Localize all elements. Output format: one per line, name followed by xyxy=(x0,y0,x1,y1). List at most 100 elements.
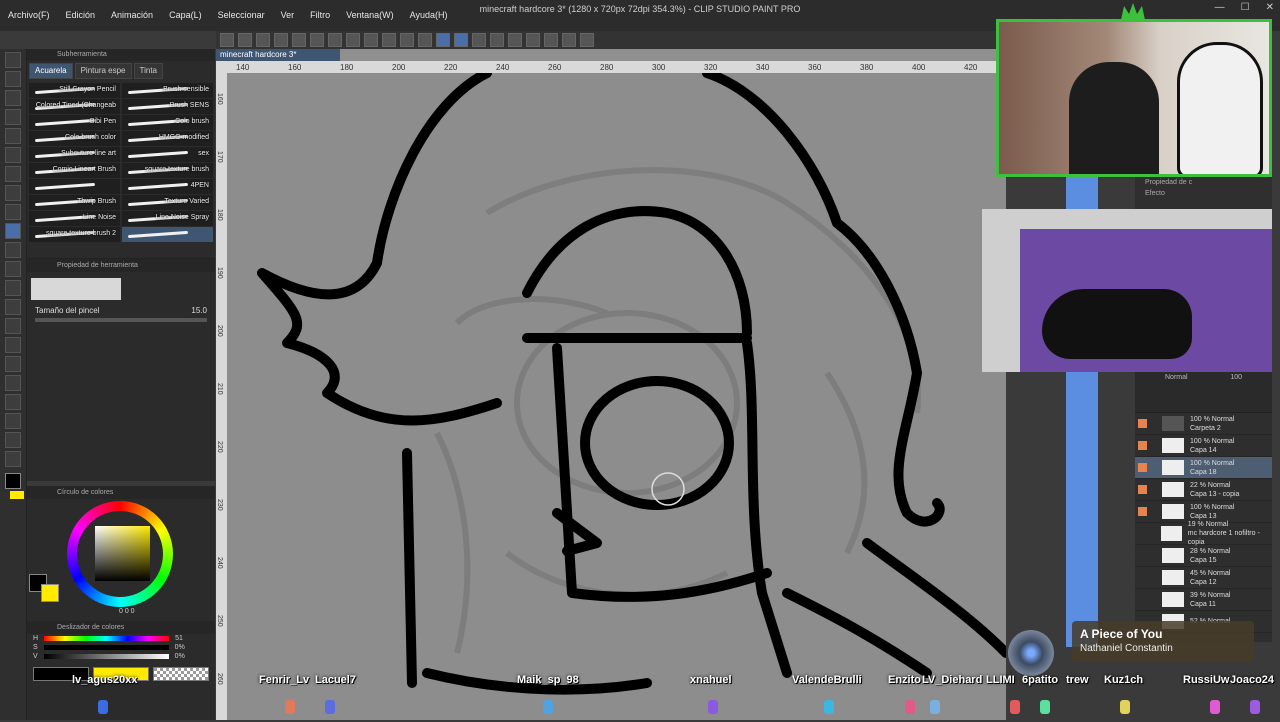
brush-item-selected[interactable] xyxy=(122,227,213,242)
flip-icon[interactable] xyxy=(526,33,540,47)
layer-row[interactable]: 100 % Normal Capa 14 xyxy=(1135,435,1272,457)
fill-icon[interactable] xyxy=(364,33,378,47)
brush-item[interactable]: Bibi Pen xyxy=(29,115,120,130)
export-icon[interactable] xyxy=(274,33,288,47)
pencil-tool-icon[interactable] xyxy=(5,204,21,220)
minimize-icon[interactable]: — xyxy=(1215,2,1225,13)
menu-filtro[interactable]: Filtro xyxy=(302,10,338,20)
saturation-value-square[interactable] xyxy=(95,526,150,581)
brush-item[interactable]: Texture Varied xyxy=(122,195,213,210)
layer-move-tool-icon[interactable] xyxy=(5,109,21,125)
tab-acuarela[interactable]: Acuarela xyxy=(29,63,73,79)
blend-mode-select[interactable]: Normal xyxy=(1165,374,1188,381)
brush-item[interactable]: sex xyxy=(122,147,213,162)
document-tab[interactable]: minecraft hardcore 3* xyxy=(216,49,340,61)
save-icon[interactable] xyxy=(256,33,270,47)
menu-seleccionar[interactable]: Seleccionar xyxy=(210,10,273,20)
menu-ver[interactable]: Ver xyxy=(273,10,303,20)
settings-icon[interactable] xyxy=(328,33,342,47)
sub-color-swatch[interactable] xyxy=(10,491,24,499)
auto-select-tool-icon[interactable] xyxy=(5,147,21,163)
visibility-eye-icon[interactable] xyxy=(1138,573,1147,582)
figure-tool-icon[interactable] xyxy=(5,356,21,372)
snap-ruler-icon[interactable] xyxy=(436,33,450,47)
brush-item[interactable]: Brush sensible xyxy=(122,83,213,98)
tab-tinta[interactable]: Tinta xyxy=(133,63,163,79)
crop-icon[interactable] xyxy=(382,33,396,47)
brush-item[interactable]: Colo brush xyxy=(122,115,213,130)
brush-item[interactable]: Subcuture line art xyxy=(29,147,120,162)
brush-item[interactable] xyxy=(29,179,120,194)
redo-icon[interactable] xyxy=(310,33,324,47)
brush-item[interactable]: 4PEN xyxy=(122,179,213,194)
visibility-eye-icon[interactable] xyxy=(1138,463,1147,472)
snap-special-ruler-icon[interactable] xyxy=(454,33,468,47)
tab-pintura[interactable]: Pintura espe xyxy=(74,63,132,79)
layer-row[interactable]: 28 % Normal Capa 15 xyxy=(1135,545,1272,567)
menu-archivo[interactable]: Archivo(F) xyxy=(0,10,58,20)
fill-tool-icon[interactable] xyxy=(5,318,21,334)
value-slider[interactable] xyxy=(43,654,169,659)
layer-row-selected[interactable]: 100 % Normal Capa 18 xyxy=(1135,457,1272,479)
menu-animacion[interactable]: Animación xyxy=(103,10,161,20)
layer-opacity[interactable]: 100 xyxy=(1230,374,1242,381)
rotate-icon[interactable] xyxy=(508,33,522,47)
brush-item[interactable]: Comic Lineart Brush xyxy=(29,163,120,178)
new-file-icon[interactable] xyxy=(220,33,234,47)
eraser-tool-icon[interactable] xyxy=(5,280,21,296)
maximize-icon[interactable]: ☐ xyxy=(1241,2,1250,13)
brush-item[interactable]: square texture brush xyxy=(122,163,213,178)
close-icon[interactable]: ✕ xyxy=(1266,2,1274,13)
visibility-eye-icon[interactable] xyxy=(1138,529,1146,538)
visibility-eye-icon[interactable] xyxy=(1138,441,1147,450)
decoration-tool-icon[interactable] xyxy=(5,261,21,277)
brush-item[interactable]: Line Noise Spray xyxy=(122,211,213,226)
brush-item[interactable]: Thwip Brush xyxy=(29,195,120,210)
effect-tab[interactable]: Efecto xyxy=(1135,188,1272,199)
airbrush-tool-icon[interactable] xyxy=(5,242,21,258)
brush-item[interactable]: Brush SENS xyxy=(122,99,213,114)
layer-row[interactable]: 19 % Normal mc hardcore 1 nofiltro - copi… xyxy=(1135,521,1272,546)
frame-tool-icon[interactable] xyxy=(5,375,21,391)
property-tab[interactable]: Propiedad de c xyxy=(1135,177,1272,188)
transform-icon[interactable] xyxy=(490,33,504,47)
deselect-icon[interactable] xyxy=(400,33,414,47)
brush-item[interactable]: Colo brush color xyxy=(29,131,120,146)
visibility-eye-icon[interactable] xyxy=(1138,419,1147,428)
balloon-tool-icon[interactable] xyxy=(5,432,21,448)
move-tool-icon[interactable] xyxy=(5,71,21,87)
gradient-tool-icon[interactable] xyxy=(5,337,21,353)
main-color-swatch[interactable] xyxy=(5,473,21,489)
visibility-eye-icon[interactable] xyxy=(1138,551,1147,560)
brush-item[interactable]: HMGG modified xyxy=(122,131,213,146)
eyedropper-tool-icon[interactable] xyxy=(5,166,21,182)
transparent-color-bar[interactable] xyxy=(153,667,209,681)
layer-row[interactable]: 22 % Normal Capa 13 - copia xyxy=(1135,479,1272,501)
visibility-eye-icon[interactable] xyxy=(1138,595,1147,604)
snap-grid-icon[interactable] xyxy=(472,33,486,47)
drawing-canvas[interactable] xyxy=(227,68,1011,720)
pen-tool-icon[interactable] xyxy=(5,185,21,201)
sub-color-chip[interactable] xyxy=(41,584,59,602)
menu-edicion[interactable]: Edición xyxy=(58,10,104,20)
undo-icon[interactable] xyxy=(292,33,306,47)
operation-tool-icon[interactable] xyxy=(5,90,21,106)
brush-size-slider[interactable] xyxy=(35,318,207,322)
brush-tool-icon[interactable] xyxy=(5,223,21,239)
open-file-icon[interactable] xyxy=(238,33,252,47)
invert-selection-icon[interactable] xyxy=(418,33,432,47)
correct-line-tool-icon[interactable] xyxy=(5,451,21,467)
brush-size-value[interactable]: 15.0 xyxy=(191,306,207,315)
saturation-slider[interactable] xyxy=(43,645,169,650)
visibility-eye-icon[interactable] xyxy=(1138,507,1147,516)
fit-icon[interactable] xyxy=(562,33,576,47)
hue-slider[interactable] xyxy=(44,636,170,641)
ruler-icon[interactable] xyxy=(580,33,594,47)
zoom-tool-icon[interactable] xyxy=(5,52,21,68)
brush-item[interactable]: square texture brush 2 xyxy=(29,227,120,242)
ruler-tool-icon[interactable] xyxy=(5,394,21,410)
blend-tool-icon[interactable] xyxy=(5,299,21,315)
brush-item[interactable]: Still Crayon Pencil xyxy=(29,83,120,98)
text-tool-icon[interactable] xyxy=(5,413,21,429)
menu-ayuda[interactable]: Ayuda(H) xyxy=(402,10,456,20)
